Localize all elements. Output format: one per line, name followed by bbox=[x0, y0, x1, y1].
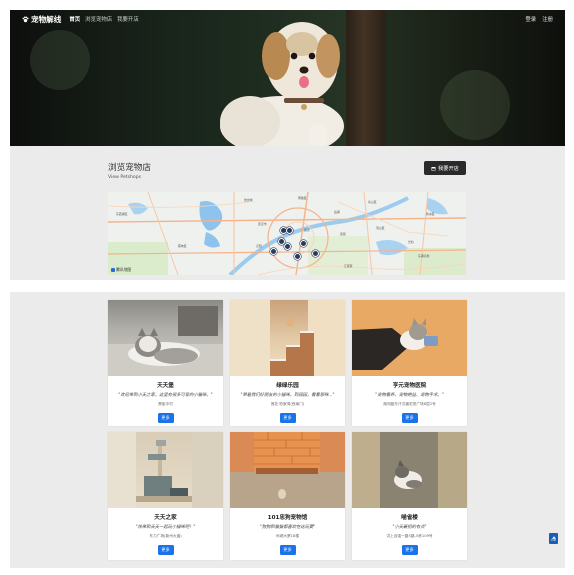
top-navbar: 宠物解线 首页 浏览宠物店 我要开店 登录 注册 bbox=[10, 10, 565, 28]
shop-quote: "快来和夭夭一起玩小猫咪吧！" bbox=[135, 525, 196, 530]
shop-card: 亨元宠物医院 "宠物看养、宠物绝益、宠物手术。" 湖河路东汗汉福宅宠广场6层2号… bbox=[352, 300, 467, 426]
map-label: 青山区 bbox=[368, 200, 377, 204]
shop-photo bbox=[230, 432, 345, 508]
nav-open-shop[interactable]: 我要开店 bbox=[117, 15, 139, 23]
map-pin[interactable] bbox=[270, 248, 277, 255]
map-label: 东湖高新 bbox=[418, 254, 430, 258]
map-label: 后湖 bbox=[334, 210, 340, 214]
shop-photo-cat bbox=[108, 306, 223, 376]
shop-photo bbox=[230, 300, 345, 376]
shop-address: 司城大厦18楼 bbox=[275, 534, 300, 539]
shop-name: 绿绿乐园 bbox=[276, 383, 299, 389]
map-label: 东西湖区 bbox=[116, 212, 128, 216]
section-divider bbox=[10, 280, 565, 292]
shop-photo bbox=[108, 300, 223, 376]
back-to-top-button[interactable]: TOP bbox=[549, 533, 558, 544]
map-provider-icon bbox=[111, 268, 115, 272]
shop-address: 东力广场(新州大道) bbox=[149, 534, 182, 539]
map-pin[interactable] bbox=[294, 253, 301, 260]
page-frame: 宠物解线 首页 浏览宠物店 我要开店 登录 注册 浏览宠物店 View Pets… bbox=[10, 10, 565, 568]
map-label: 武汉市 bbox=[258, 222, 267, 226]
shop-card: 绿绿乐园 "带着我们好朋友的小猫咪。到园园，看看那咪..." 莲花·柏家湾(西南… bbox=[230, 300, 345, 426]
nav-browse-shops[interactable]: 浏览宠物店 bbox=[85, 15, 112, 23]
shop-photo-cat-feet bbox=[352, 300, 467, 376]
map-pin[interactable] bbox=[286, 227, 293, 234]
shop-card: 喵雀楼 "小夭最招的有点" 洪上自强一路5路-5栋109号 更多 bbox=[352, 432, 467, 560]
map-label: 武汉 bbox=[304, 228, 310, 232]
more-button[interactable]: 更多 bbox=[157, 545, 174, 556]
map-label: 新洲区 bbox=[426, 212, 435, 216]
hero-banner: 宠物解线 首页 浏览宠物店 我要开店 登录 注册 bbox=[10, 10, 565, 146]
map-label: 江夏区 bbox=[344, 264, 353, 268]
browse-title: 浏览宠物店 bbox=[108, 163, 151, 173]
shop-address: 黑街中村 bbox=[158, 402, 173, 407]
more-button[interactable]: 更多 bbox=[401, 413, 418, 424]
map-attribution-text: 腾讯地图 bbox=[116, 267, 132, 272]
shop-address: 湖河路东汗汉福宅宠广场6层2号 bbox=[383, 402, 436, 407]
shop-photo bbox=[352, 300, 467, 376]
shop-icon bbox=[431, 166, 436, 170]
shops-section: 夭夭堡 "欢迎来到小夭之家。这里有很多可爱的小猫咪。" 黑街中村 更多 绿绿乐园… bbox=[10, 292, 565, 568]
shop-address: 莲花·柏家湾(西南门) bbox=[270, 402, 305, 407]
shop-card: 夭夭之家 "快来和夭夭一起玩小猫咪吧！" 东力广场(新州大道) 更多 bbox=[108, 432, 223, 560]
shop-photo bbox=[352, 432, 467, 508]
nav-home[interactable]: 首页 bbox=[69, 15, 80, 23]
hero-bokeh bbox=[30, 30, 90, 90]
shop-photo-cat-tree bbox=[108, 432, 223, 508]
shop-quote: "狗狗和猫猫都喜欢在这玩耍" bbox=[259, 525, 316, 530]
nav-login[interactable]: 登录 bbox=[525, 15, 536, 23]
map-pin[interactable] bbox=[312, 250, 319, 257]
shop-quote: "宠物看养、宠物绝益、宠物手术。" bbox=[375, 393, 444, 398]
shop-map[interactable]: 东西湖区 盘龙城 后湖 武昌 洪山区 汉阳 武汉 光谷 东湖高新 蔡甸区 江夏区… bbox=[108, 192, 466, 275]
map-attribution: 腾讯地图 bbox=[111, 267, 131, 273]
map-label: 汉阳 bbox=[256, 244, 262, 248]
hero-dog-image bbox=[220, 22, 344, 146]
map-label: 盘龙城 bbox=[244, 198, 253, 202]
shop-card: 101忠狗宠物馆 "狗狗和猫猫都喜欢在这玩耍" 司城大厦18楼 更多 bbox=[230, 432, 345, 560]
more-button[interactable]: 更多 bbox=[279, 545, 296, 556]
hero-bokeh bbox=[440, 70, 510, 140]
shop-name: 亨元宠物医院 bbox=[392, 383, 427, 389]
shop-quote: "欢迎来到小夭之家。这里有很多可爱的小猫咪。" bbox=[118, 393, 213, 398]
more-button[interactable]: 更多 bbox=[157, 413, 174, 424]
shop-photo-stairs bbox=[230, 300, 345, 376]
open-shop-label: 我要开店 bbox=[438, 165, 459, 172]
map-label: 武昌 bbox=[340, 232, 346, 236]
hero-tree-trunk bbox=[346, 10, 386, 146]
shop-name: 夭夭之家 bbox=[154, 515, 177, 521]
brand-logo[interactable]: 宠物解线 bbox=[22, 14, 61, 25]
shop-address: 洪上自强一路5路-5栋109号 bbox=[386, 534, 433, 539]
open-shop-button[interactable]: 我要开店 bbox=[424, 161, 466, 175]
map-label: 黄陂区 bbox=[298, 196, 307, 200]
shop-card: 夭夭堡 "欢迎来到小夭之家。这里有很多可爱的小猫咪。" 黑街中村 更多 bbox=[108, 300, 223, 426]
shop-quote: "小夭最招的有点" bbox=[392, 525, 427, 530]
map-label: 蔡甸区 bbox=[178, 244, 187, 248]
brand-name: 宠物解线 bbox=[31, 14, 62, 24]
shop-photo-brick-wall bbox=[230, 432, 345, 508]
shop-photo bbox=[108, 432, 223, 508]
shop-quote: "带着我们好朋友的小猫咪。到园园，看看那咪..." bbox=[240, 393, 335, 398]
paw-icon bbox=[22, 16, 29, 22]
more-button[interactable]: 更多 bbox=[279, 413, 296, 424]
nav-account: 登录 注册 bbox=[525, 15, 553, 23]
map-label: 洪山区 bbox=[376, 226, 385, 230]
map-pin[interactable] bbox=[284, 243, 291, 250]
more-button[interactable]: 更多 bbox=[401, 545, 418, 556]
shop-name: 喵雀楼 bbox=[401, 515, 418, 521]
map-pin[interactable] bbox=[300, 240, 307, 247]
browse-subtitle: View Petshops bbox=[108, 175, 142, 180]
shop-photo-cat-floor bbox=[352, 432, 467, 508]
shop-name: 夭夭堡 bbox=[157, 383, 174, 389]
nav-register[interactable]: 注册 bbox=[542, 15, 553, 23]
map-label: 光谷 bbox=[408, 240, 414, 244]
browse-section: 浏览宠物店 View Petshops 我要开店 东西湖区 盘龙城 后湖 武昌 … bbox=[10, 146, 565, 280]
shop-name: 101忠狗宠物馆 bbox=[267, 515, 308, 521]
back-to-top-label: TOP bbox=[550, 538, 557, 542]
